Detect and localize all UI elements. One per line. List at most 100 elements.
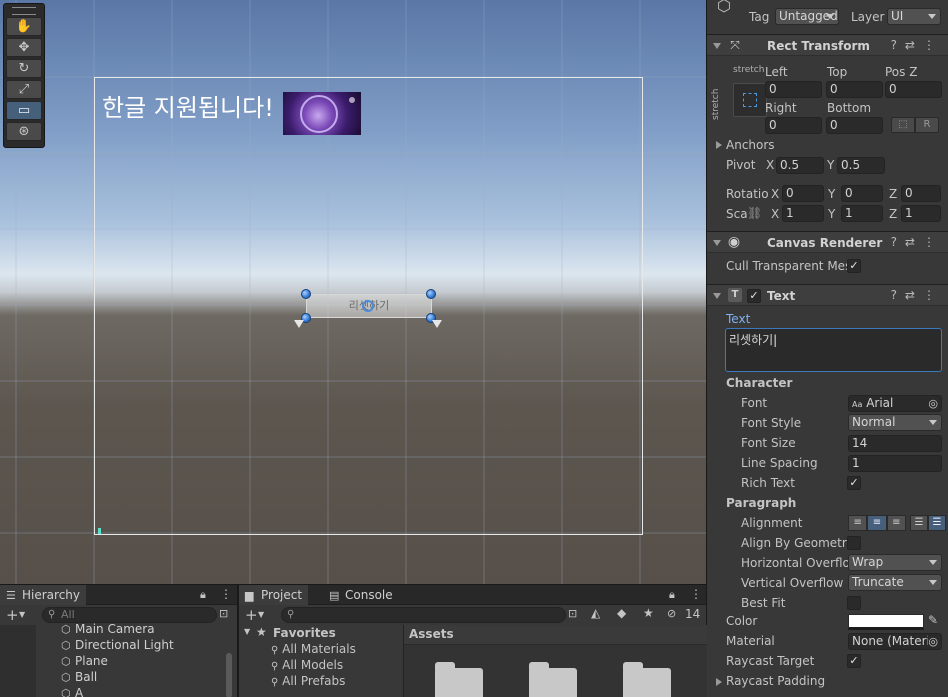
kebab-menu-icon[interactable]: ⋮ xyxy=(690,587,702,601)
vertical-overflow-dropdown[interactable]: Truncate xyxy=(848,574,942,591)
bottom-field[interactable]: 0 xyxy=(826,117,883,134)
transform-tool-icon[interactable]: ⊛ xyxy=(6,122,42,141)
color-swatch[interactable] xyxy=(848,614,924,630)
posz-field[interactable]: 0 xyxy=(885,81,942,98)
tab-hierarchy[interactable]: ☰ Hierarchy xyxy=(0,585,87,605)
favorites-heading[interactable]: Favorites xyxy=(273,626,336,640)
add-icon[interactable]: + xyxy=(6,606,19,624)
rect-transform-header[interactable]: ⤧ Rect Transform ?⇄⋮ xyxy=(707,34,948,56)
foldout-icon[interactable] xyxy=(713,240,721,246)
align-middle-icon[interactable]: ☰ xyxy=(928,515,946,531)
constrain-link-icon[interactable]: ⛓ xyxy=(747,206,762,220)
blueprint-mode-button[interactable]: ⬚ xyxy=(891,117,915,133)
rect-handle-top-right[interactable] xyxy=(426,289,436,299)
rich-text-checkbox[interactable]: ✓ xyxy=(847,476,861,490)
filter-type-icon[interactable]: ◭ xyxy=(591,606,600,620)
move-tool-icon[interactable]: ✥ xyxy=(6,38,42,57)
text-content-textarea[interactable]: 리셋하기| xyxy=(725,328,942,372)
pivot-x-field[interactable]: 0.5 xyxy=(776,157,824,174)
folder-icon[interactable] xyxy=(435,662,483,697)
list-item[interactable]: ⬡ Ball xyxy=(61,670,97,684)
rect-tool-icon[interactable]: ▭ xyxy=(6,101,42,120)
layer-dropdown[interactable]: UI xyxy=(887,8,941,25)
pivot-y-field[interactable]: 0.5 xyxy=(837,157,885,174)
eyedropper-icon[interactable]: ✎ xyxy=(928,613,938,627)
pivot-handle-icon[interactable] xyxy=(362,300,374,312)
label-tag-icon[interactable]: ◆ xyxy=(617,606,626,620)
top-field[interactable]: 0 xyxy=(826,81,883,98)
favorite-item[interactable]: ⚲ All Materials xyxy=(271,642,356,656)
rect-handle-top-left[interactable] xyxy=(301,289,311,299)
folder-icon[interactable] xyxy=(529,662,577,697)
raycast-target-checkbox[interactable]: ✓ xyxy=(847,654,861,668)
scene-image[interactable] xyxy=(283,92,361,135)
favorite-star-icon[interactable]: ★ xyxy=(643,606,654,620)
list-item[interactable]: ⬡ Main Camera xyxy=(61,622,155,636)
raycast-padding-foldout-icon[interactable] xyxy=(716,678,722,686)
lock-icon[interactable]: 🔒︎ xyxy=(200,588,206,602)
anchor-bottom-right-icon[interactable] xyxy=(432,320,442,328)
toolbar-grip[interactable] xyxy=(12,7,36,15)
scene-search-icon[interactable]: ⊡ xyxy=(219,607,228,620)
align-center-icon[interactable]: ≡ xyxy=(867,515,887,531)
scale-y-field[interactable]: 1 xyxy=(841,205,883,222)
rotation-y-field[interactable]: 0 xyxy=(841,185,883,202)
scene-view[interactable]: ✋ ✥ ↻ ⤢ ▭ ⊛ 한글 지원됩니다! 리셋하기 xyxy=(0,0,706,584)
chevron-down-icon[interactable]: ▼ xyxy=(258,610,264,619)
favorite-item[interactable]: ⚲ All Models xyxy=(271,658,343,672)
object-picker-icon[interactable]: ◎ xyxy=(928,634,938,649)
hierarchy-search-input[interactable]: ⚲ All xyxy=(42,607,217,623)
horizontal-overflow-dropdown[interactable]: Wrap xyxy=(848,554,942,571)
kebab-menu-icon[interactable]: ⋮ xyxy=(220,587,232,601)
tab-console[interactable]: ▤ Console xyxy=(323,585,399,605)
scale-tool-icon[interactable]: ⤢ xyxy=(6,80,42,99)
foldout-icon[interactable] xyxy=(713,293,721,299)
text-enabled-checkbox[interactable]: ✓ xyxy=(747,289,761,303)
align-geometry-checkbox[interactable] xyxy=(847,536,861,550)
assets-breadcrumb-label[interactable]: Assets xyxy=(409,627,454,641)
hierarchy-scrollbar[interactable] xyxy=(226,653,232,697)
font-style-dropdown[interactable]: Normal xyxy=(848,414,942,431)
component-header-icons[interactable]: ?⇄⋮ xyxy=(891,38,943,52)
align-right-icon[interactable]: ≡ xyxy=(886,515,906,531)
raw-edit-button[interactable]: R xyxy=(915,117,939,133)
component-header-icons[interactable]: ?⇄⋮ xyxy=(891,235,943,249)
best-fit-checkbox[interactable] xyxy=(847,596,861,610)
canvas-renderer-header[interactable]: ◉ Canvas Renderer ?⇄⋮ xyxy=(707,231,948,253)
scale-z-field[interactable]: 1 xyxy=(901,205,941,222)
tab-project[interactable]: ▆ Project xyxy=(239,585,309,605)
scale-x-field[interactable]: 1 xyxy=(782,205,824,222)
anchors-label[interactable]: Anchors xyxy=(726,138,775,152)
favorites-foldout-icon[interactable]: ▼ xyxy=(244,627,250,636)
list-item[interactable]: ⬡ Directional Light xyxy=(61,638,174,652)
object-picker-icon[interactable]: ◎ xyxy=(928,396,938,411)
chevron-down-icon[interactable]: ▼ xyxy=(19,610,25,619)
text-component-header[interactable]: T ✓ Text ?⇄⋮ xyxy=(707,284,948,306)
font-field[interactable]: Aa Arial ◎ xyxy=(848,395,942,412)
tag-dropdown[interactable]: Untagged xyxy=(775,8,839,25)
cull-transparent-checkbox[interactable]: ✓ xyxy=(847,259,861,273)
font-size-field[interactable]: 14 xyxy=(848,435,942,452)
anchor-preset-button[interactable] xyxy=(733,83,767,117)
raycast-padding-label[interactable]: Raycast Padding xyxy=(726,674,825,688)
foldout-icon[interactable] xyxy=(713,43,721,49)
anchor-bottom-left-icon[interactable] xyxy=(294,320,304,328)
component-header-icons[interactable]: ?⇄⋮ xyxy=(891,288,943,302)
hand-tool-icon[interactable]: ✋ xyxy=(6,17,42,36)
search-window-icon[interactable]: ⊡ xyxy=(568,607,577,620)
list-item[interactable]: ⬡ Plane xyxy=(61,654,108,668)
hidden-packages-icon[interactable]: ⊘ xyxy=(667,607,676,620)
rotate-tool-icon[interactable]: ↻ xyxy=(6,59,42,78)
folder-icon[interactable] xyxy=(623,662,671,697)
align-top-icon[interactable]: ☰ xyxy=(910,515,928,531)
line-spacing-field[interactable]: 1 xyxy=(848,455,942,472)
material-field[interactable]: None (Materi ◎ xyxy=(848,633,942,650)
favorite-item[interactable]: ⚲ All Prefabs xyxy=(271,674,345,688)
left-field[interactable]: 0 xyxy=(765,81,822,98)
rotation-z-field[interactable]: 0 xyxy=(901,185,941,202)
scene-korean-text[interactable]: 한글 지원됩니다! xyxy=(102,91,274,125)
anchors-foldout-icon[interactable] xyxy=(716,141,722,149)
list-item[interactable]: ⬡ A xyxy=(61,686,83,697)
project-search-input[interactable]: ⚲ xyxy=(281,607,566,623)
align-left-icon[interactable]: ≡ xyxy=(848,515,868,531)
